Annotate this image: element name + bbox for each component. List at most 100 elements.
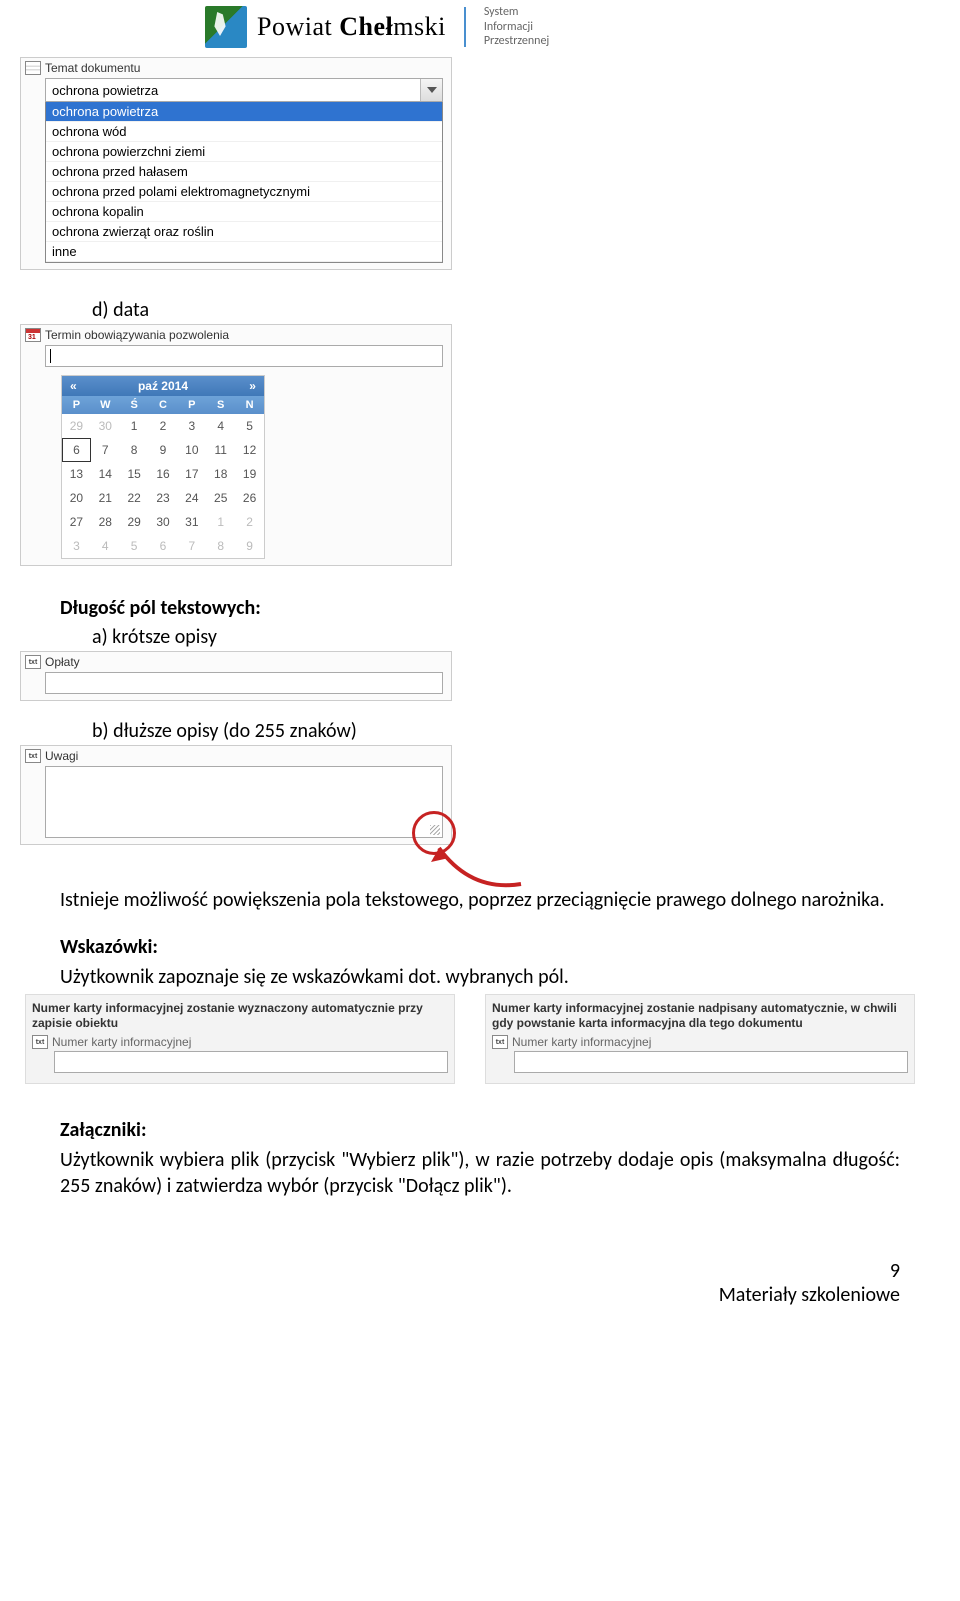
- calendar-prev-button[interactable]: «: [70, 379, 77, 393]
- calendar-day-cell[interactable]: 2: [235, 510, 264, 534]
- topic-option[interactable]: ochrona zwierząt oraz roślin: [46, 222, 442, 242]
- calendar-day-cell[interactable]: 7: [91, 438, 120, 462]
- header-subtitle: System Informacji Przestrzennej: [484, 5, 549, 48]
- calendar-day-cell[interactable]: 20: [62, 486, 91, 510]
- calendar-dow-cell: Ś: [120, 396, 149, 414]
- calendar-dow-cell: C: [149, 396, 178, 414]
- calendar-day-cell[interactable]: 7: [177, 534, 206, 558]
- calendar-day-cell[interactable]: 9: [235, 534, 264, 558]
- list-item-b: dłuższe opisy (do 255 znaków): [92, 719, 940, 743]
- uwagi-textarea[interactable]: [45, 766, 443, 838]
- calendar-dow-row: PWŚCPSN: [62, 396, 264, 414]
- logo-text: Powiat Chełmski: [257, 12, 446, 42]
- brand-prefix: Powiat: [257, 12, 339, 41]
- calendar-day-cell[interactable]: 11: [206, 438, 235, 462]
- header-sub-line: Przestrzennej: [484, 34, 549, 48]
- calendar-day-cell[interactable]: 28: [91, 510, 120, 534]
- calendar-day-cell[interactable]: 27: [62, 510, 91, 534]
- topic-option[interactable]: ochrona powierzchni ziemi: [46, 142, 442, 162]
- oplaty-label: Opłaty: [45, 655, 80, 669]
- calendar-day-cell[interactable]: 13: [62, 462, 91, 486]
- calendar-day-cell[interactable]: 16: [149, 462, 178, 486]
- calendar-day-cell[interactable]: 8: [206, 534, 235, 558]
- list-item-d: data: [92, 298, 940, 322]
- oplaty-field-group: Opłaty: [20, 651, 452, 701]
- topic-field-group: Temat dokumentu ochrona powietrza ochron…: [20, 57, 452, 270]
- list-item-text: data: [113, 298, 149, 322]
- calendar-day-cell[interactable]: 29: [120, 510, 149, 534]
- calendar-day-cell[interactable]: 4: [91, 534, 120, 558]
- calendar-dow-cell: P: [62, 396, 91, 414]
- topic-option[interactable]: ochrona kopalin: [46, 202, 442, 222]
- date-field-group: Termin obowiązywania pozwolenia « paź 20…: [20, 324, 452, 566]
- calendar-day-cell[interactable]: 10: [177, 438, 206, 462]
- list-item-text: krótsze opisy: [112, 625, 217, 649]
- calendar-day-cell[interactable]: 30: [91, 414, 120, 438]
- oplaty-input[interactable]: [45, 672, 443, 694]
- calendar-day-cell[interactable]: 17: [177, 462, 206, 486]
- text-icon: [492, 1035, 508, 1049]
- calendar-widget[interactable]: « paź 2014 » PWŚCPSN 2930123456789101112…: [61, 375, 265, 559]
- calendar-day-cell[interactable]: 21: [91, 486, 120, 510]
- calendar-day-cell[interactable]: 12: [235, 438, 264, 462]
- calendar-day-cell[interactable]: 5: [120, 534, 149, 558]
- topic-option[interactable]: ochrona powietrza: [46, 102, 442, 122]
- calendar-day-cell[interactable]: 4: [206, 414, 235, 438]
- calendar-day-cell[interactable]: 30: [149, 510, 178, 534]
- text-icon: [25, 749, 41, 763]
- calendar-day-cell[interactable]: 31: [177, 510, 206, 534]
- annotation-circle-icon: [412, 811, 456, 855]
- date-input[interactable]: [45, 345, 443, 367]
- card-number-label: Numer karty informacyjnej: [512, 1035, 651, 1049]
- calendar-day-cell[interactable]: 3: [177, 414, 206, 438]
- text-icon: [25, 655, 41, 669]
- header-divider: [464, 7, 466, 47]
- calendar-day-cell[interactable]: 29: [62, 414, 91, 438]
- header-sub-line: Informacji: [484, 20, 549, 34]
- topic-option[interactable]: inne: [46, 242, 442, 262]
- calendar-day-cell[interactable]: 9: [149, 438, 178, 462]
- calendar-day-cell[interactable]: 1: [206, 510, 235, 534]
- calendar-day-cell[interactable]: 15: [120, 462, 149, 486]
- topic-dropdown-list[interactable]: ochrona powietrzaochrona wódochrona powi…: [45, 102, 443, 263]
- brand-bold: Cheł: [339, 12, 393, 41]
- calendar-day-cell[interactable]: 23: [149, 486, 178, 510]
- calendar-day-cell[interactable]: 8: [120, 438, 149, 462]
- calendar-days-grid[interactable]: 2930123456789101112131415161718192021222…: [62, 414, 264, 558]
- chevron-down-icon[interactable]: [420, 79, 442, 101]
- calendar-day-cell[interactable]: 1: [120, 414, 149, 438]
- info-note: Numer karty informacyjnej zostanie nadpi…: [492, 1001, 908, 1031]
- info-panel-right: Numer karty informacyjnej zostanie nadpi…: [485, 994, 915, 1084]
- calendar-dow-cell: S: [206, 396, 235, 414]
- topic-label: Temat dokumentu: [45, 61, 140, 75]
- calendar-day-cell[interactable]: 6: [149, 534, 178, 558]
- calendar-day-cell[interactable]: 22: [120, 486, 149, 510]
- calendar-next-button[interactable]: »: [249, 379, 256, 393]
- calendar-day-cell[interactable]: 3: [62, 534, 91, 558]
- topic-select[interactable]: ochrona powietrza: [45, 78, 443, 102]
- calendar-day-cell[interactable]: 6: [62, 438, 91, 462]
- topic-option[interactable]: ochrona przed hałasem: [46, 162, 442, 182]
- calendar-day-cell[interactable]: 5: [235, 414, 264, 438]
- topic-option[interactable]: ochrona wód: [46, 122, 442, 142]
- calendar-day-cell[interactable]: 26: [235, 486, 264, 510]
- text-icon: [32, 1035, 48, 1049]
- info-panel-left: Numer karty informacyjnej zostanie wyzna…: [25, 994, 455, 1084]
- calendar-day-cell[interactable]: 24: [177, 486, 206, 510]
- attach-heading: Załączniki:: [60, 1118, 940, 1143]
- calendar-day-cell[interactable]: 18: [206, 462, 235, 486]
- list-item-a: krótsze opisy: [92, 625, 940, 649]
- calendar-day-cell[interactable]: 14: [91, 462, 120, 486]
- header-sub-line: System: [484, 5, 549, 19]
- page-header: Powiat Chełmski System Informacji Przest…: [205, 5, 940, 49]
- topic-option[interactable]: ochrona przed polami elektromagnetycznym…: [46, 182, 442, 202]
- uwagi-field-group: Uwagi: [20, 745, 452, 845]
- calendar-day-cell[interactable]: 2: [149, 414, 178, 438]
- calendar-day-cell[interactable]: 19: [235, 462, 264, 486]
- calendar-day-cell[interactable]: 25: [206, 486, 235, 510]
- calendar-dow-cell: W: [91, 396, 120, 414]
- card-number-input[interactable]: [514, 1051, 908, 1073]
- card-number-input[interactable]: [54, 1051, 448, 1073]
- list-icon: [25, 61, 41, 75]
- length-heading: Długość pól tekstowych:: [60, 596, 940, 621]
